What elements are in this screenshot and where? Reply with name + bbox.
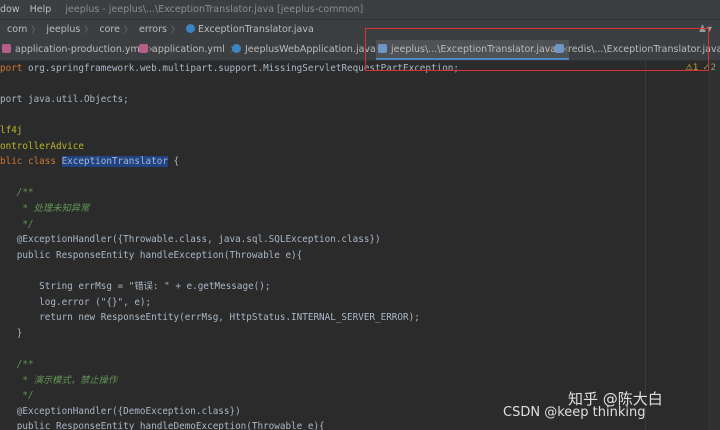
breadcrumb-jeeplus[interactable]: jeeplus — [46, 20, 80, 40]
java-class-icon — [232, 44, 241, 53]
menu-help[interactable]: Help — [30, 0, 52, 19]
java-class-icon — [185, 24, 195, 33]
ok-count: 2 — [710, 63, 716, 73]
code-line-1: port org.springframework.web.multipart.s… — [0, 63, 459, 74]
code-line-17: return new ResponseEntity(errMsg, HttpSt… — [0, 312, 420, 324]
breadcrumb-errors[interactable]: errors — [139, 20, 167, 40]
window-title: jeeplus - jeeplus\...\ExceptionTranslato… — [65, 4, 364, 15]
code-line-23: @ExceptionHandler({DemoException.class}) — [0, 405, 241, 417]
csdn-watermark: CSDN @keep thinking — [503, 405, 646, 420]
breadcrumb: com 〉 jeeplus 〉 core 〉 errors 〉 ExceptionTra… — [0, 20, 720, 41]
code-line-6: ontrollerAdvice — [0, 140, 84, 152]
yml-file-icon — [139, 44, 148, 53]
tab-redis-exception-translator[interactable]: redis\...\ExceptionTranslator.java× — [553, 40, 720, 60]
code-line-13: public ResponseEntity handleException(Th… — [0, 249, 303, 261]
check-icon: ✓ — [702, 63, 710, 73]
editor-tabs: application-production.yml × application.… — [0, 40, 720, 61]
yml-file-icon — [2, 44, 11, 53]
code-line-9: /** — [0, 187, 34, 199]
code-line-15: String errMsg = "错误: " + e.getMessage(); — [0, 281, 271, 292]
tab-label: JeeplusWebApplication.java — [245, 44, 376, 55]
java-folder-icon — [378, 44, 387, 53]
code-line-7: blic class ExceptionTranslator { — [0, 156, 180, 168]
code-line-22: */ — [0, 390, 34, 402]
tab-jeeplus-exception-translator[interactable]: jeeplus\...\ExceptionTranslator.java × — [376, 40, 569, 60]
code-line-18: } — [0, 327, 23, 339]
java-folder-icon — [555, 44, 564, 53]
breadcrumb-core[interactable]: core — [99, 20, 120, 40]
tab-application-yml[interactable]: application.yml× — [137, 40, 238, 60]
breadcrumb-com[interactable]: com — [7, 20, 27, 40]
code-line-10: * 处理未知异常 — [0, 203, 90, 214]
chevron-right-icon: 〉 — [170, 25, 179, 34]
warning-count: 1 — [693, 63, 699, 73]
code-line-20: /** — [0, 359, 34, 370]
code-line-24: public ResponseEntity handleDemoExceptio… — [0, 421, 325, 430]
code-editor[interactable]: ⚠1 ✓2 port org.springframework.web.multip… — [0, 61, 720, 430]
right-margin-guide — [645, 61, 646, 430]
tab-label: application.yml — [152, 44, 225, 55]
tab-label: application-production.yml — [15, 44, 143, 55]
chevron-right-icon: 〉 — [123, 25, 132, 34]
chevron-right-icon: 〉 — [31, 25, 40, 34]
code-line-12: @ExceptionHandler({Throwable.class, java… — [0, 234, 381, 246]
tab-application-production-yml[interactable]: application-production.yml × — [0, 40, 155, 60]
code-line-21: * 演示模式，禁止操作 — [0, 374, 118, 386]
menu-bar: dow Help jeeplus - jeeplus\...\Exception… — [0, 0, 720, 20]
breadcrumb-file-label: ExceptionTranslator.java — [197, 24, 314, 35]
inspection-widget[interactable]: ⚠1 ✓2 — [685, 63, 716, 73]
warning-icon: ⚠ — [685, 63, 694, 73]
breadcrumb-file[interactable]: ExceptionTranslator.java — [185, 20, 314, 40]
chevron-right-icon: 〉 — [84, 25, 93, 34]
code-line-5: lf4j — [0, 125, 23, 136]
selected-class-name: ExceptionTranslator — [61, 156, 168, 168]
tab-label: jeeplus\...\ExceptionTranslator.java — [391, 44, 557, 55]
user-icon[interactable]: ♟▾ — [698, 20, 712, 40]
code-line-3: port java.util.Objects; — [0, 94, 129, 105]
code-line-16: log.error ("{}", e); — [0, 296, 152, 308]
tab-label: redis\...\ExceptionTranslator.java — [568, 44, 720, 55]
tab-jeeplus-web-application[interactable]: JeeplusWebApplication.java× — [230, 40, 388, 60]
code-line-11: */ — [0, 218, 34, 230]
menu-window[interactable]: dow — [0, 0, 20, 19]
vertical-scrollbar[interactable] — [708, 61, 720, 430]
